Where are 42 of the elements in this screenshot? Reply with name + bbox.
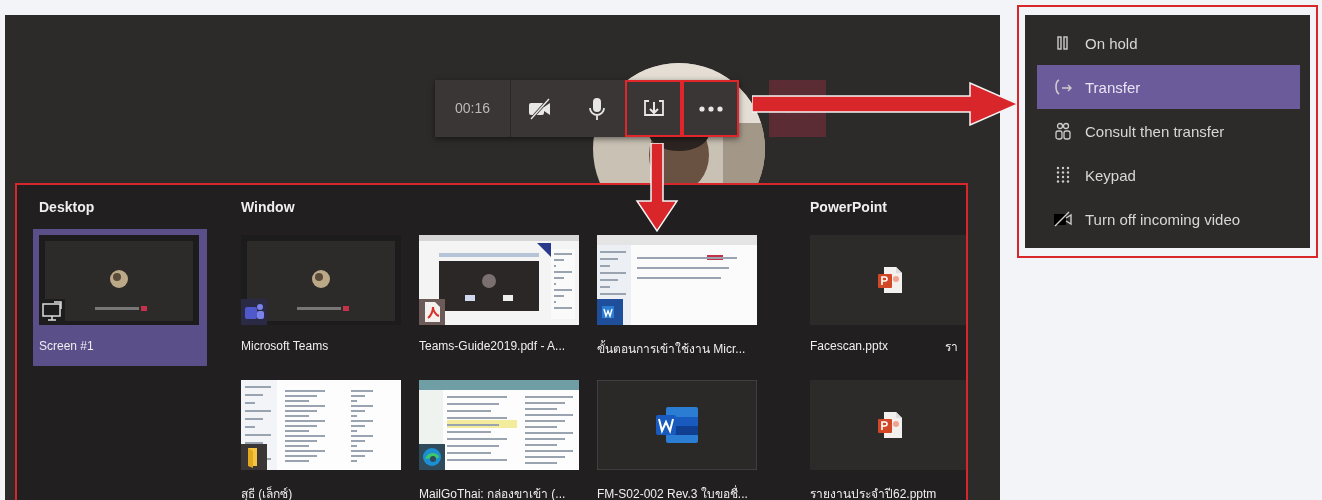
option-label: FM-S02-002 Rev.3 ใบขอชื่... bbox=[597, 484, 748, 500]
more-button[interactable] bbox=[682, 80, 739, 137]
option-label: ขั้นตอนการเข้าใช้งาน Micr... bbox=[597, 339, 746, 358]
menu-item[interactable]: Transfer bbox=[1037, 65, 1300, 109]
section-heading: Desktop bbox=[39, 199, 96, 215]
section-heading: PowerPoint bbox=[810, 199, 888, 215]
camera-off-icon bbox=[526, 97, 553, 120]
section-heading: Window bbox=[241, 199, 296, 215]
presentation-file-icon bbox=[877, 411, 903, 439]
option-label: Screen #1 bbox=[39, 339, 94, 353]
browser-icon bbox=[419, 444, 445, 470]
share-tray-icon bbox=[642, 98, 665, 119]
menu-item[interactable]: Keypad bbox=[1037, 153, 1300, 197]
share-option[interactable]: Teams-Guide2019.pdf - A... bbox=[413, 229, 585, 366]
word-file-icon bbox=[654, 405, 700, 445]
share-option[interactable]: ขั้นตอนการเข้าใช้งาน Micr... bbox=[591, 229, 763, 366]
share-option[interactable]: FM-S02-002 Rev.3 ใบขอชื่... bbox=[591, 374, 763, 500]
more-icon bbox=[698, 105, 723, 112]
share-button[interactable] bbox=[625, 80, 682, 137]
share-option[interactable]: Microsoft Teams bbox=[235, 229, 407, 366]
menu-item[interactable]: Consult then transfer bbox=[1037, 109, 1300, 153]
option-label: รา bbox=[945, 339, 958, 356]
option-label: Teams-Guide2019.pdf - A... bbox=[419, 339, 566, 353]
microphone-icon bbox=[587, 96, 606, 121]
option-label: Microsoft Teams bbox=[241, 339, 329, 353]
app-badge-icon bbox=[241, 299, 267, 325]
folder-icon bbox=[241, 444, 267, 470]
video-off-icon bbox=[1053, 211, 1073, 227]
option-label: Facescan.pptx bbox=[810, 339, 889, 353]
phone-arrow-icon bbox=[1053, 79, 1073, 95]
option-label: รายงานประจำปี62.pptm bbox=[810, 486, 937, 500]
call-timer: 00:16 bbox=[435, 80, 511, 137]
presentation-file-icon bbox=[877, 266, 903, 294]
menu-item[interactable]: On hold bbox=[1037, 21, 1300, 65]
people-icon bbox=[1053, 122, 1073, 140]
share-option[interactable]: Screen #1 bbox=[33, 229, 207, 366]
document-app-icon bbox=[597, 299, 623, 325]
menu-item[interactable]: Turn off incoming video bbox=[1037, 197, 1300, 241]
option-label: MailGoThai: กล่องขาเข้า (... bbox=[419, 486, 566, 500]
share-option[interactable]: MailGoThai: กล่องขาเข้า (... bbox=[413, 374, 585, 500]
pdf-file-icon bbox=[419, 299, 445, 325]
share-option[interactable]: รายงานประจำปี62.pptm bbox=[804, 374, 966, 500]
